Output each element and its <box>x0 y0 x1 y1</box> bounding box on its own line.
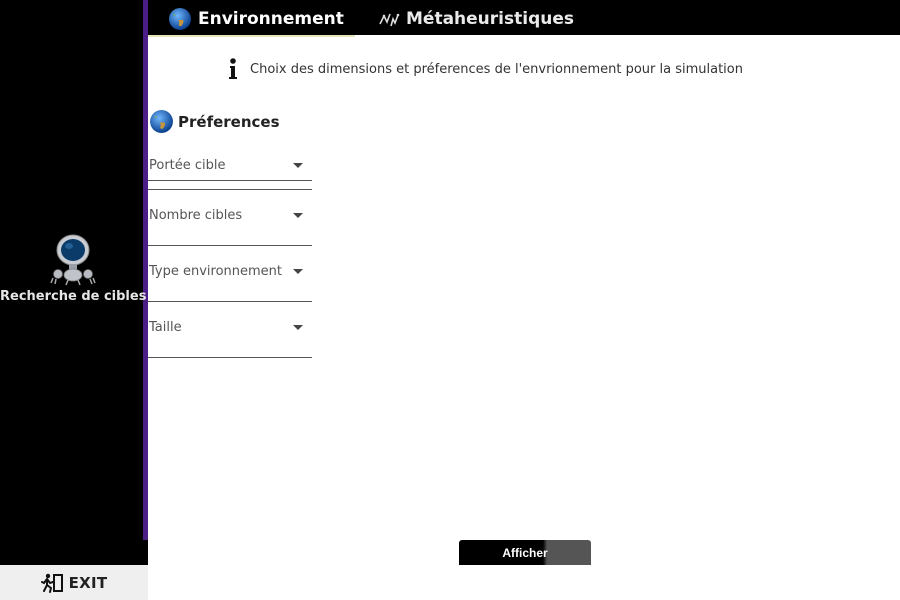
afficher-button[interactable]: Afficher <box>459 540 591 565</box>
select-label: Portée cible <box>149 158 226 173</box>
caret-down-icon <box>293 269 303 274</box>
caret-down-icon <box>293 325 303 330</box>
exit-button[interactable]: EXIT <box>0 565 148 600</box>
caret-down-icon <box>293 213 303 218</box>
type-environnement-select[interactable]: Type environnement <box>148 257 312 302</box>
exit-label: EXIT <box>68 573 108 592</box>
globe-icon <box>150 110 173 133</box>
running-exit-icon <box>40 573 63 593</box>
divider <box>148 189 312 190</box>
globe-icon <box>169 7 191 30</box>
tab-environnement[interactable]: Environnement <box>168 0 364 37</box>
info-text: Choix des dimensions et préferences de l… <box>250 61 743 77</box>
taille-select[interactable]: Taille <box>148 313 312 358</box>
select-label: Taille <box>149 320 182 335</box>
preferences-heading: Préferences <box>149 109 280 134</box>
select-label: Type environnement <box>149 264 283 279</box>
preferences-title: Préferences <box>178 112 280 131</box>
tab-metaheuristiques[interactable]: Métaheuristiques <box>378 0 574 37</box>
info-message: Choix des dimensions et préferences de l… <box>228 58 743 80</box>
robot-icon <box>50 234 96 286</box>
tab-environnement-label: Environnement <box>198 8 344 29</box>
tab-bar: Environnement Métaheuristiques <box>148 0 900 37</box>
nombre-cibles-select[interactable]: Nombre cibles <box>148 201 312 246</box>
metaheuristics-icon <box>379 13 400 26</box>
portee-cible-select[interactable]: Portée cible <box>148 151 312 181</box>
tab-metaheuristiques-label: Métaheuristiques <box>406 8 574 29</box>
caret-down-icon <box>293 162 303 168</box>
app-name: Recherche de cibles <box>0 289 147 304</box>
select-label: Nombre cibles <box>149 208 243 223</box>
info-icon <box>229 58 237 79</box>
active-tab-indicator <box>148 35 355 37</box>
